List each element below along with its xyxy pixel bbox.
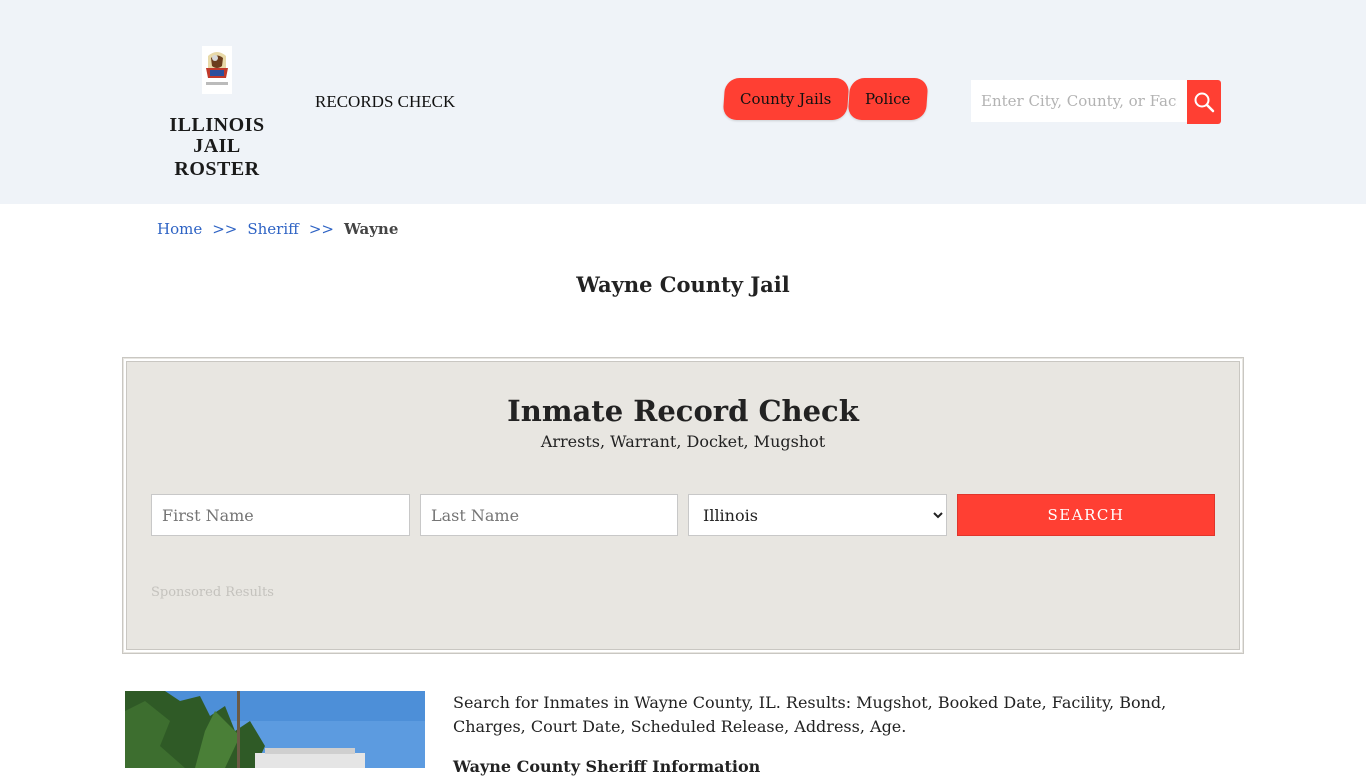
inmate-record-check-panel: Inmate Record Check Arrests, Warrant, Do… — [122, 357, 1244, 654]
header-search-button[interactable] — [1187, 80, 1221, 124]
logo-line-2: JAIL ROSTER — [174, 135, 260, 180]
breadcrumb-separator: >> — [308, 220, 334, 238]
page-title: Wayne County Jail — [576, 272, 790, 297]
nav-county-jails-label: County Jails — [740, 90, 832, 108]
records-check-link[interactable]: RECORDS CHECK — [315, 92, 455, 112]
breadcrumb-separator: >> — [212, 220, 238, 238]
breadcrumb: Home >> Sheriff >> Wayne — [157, 220, 398, 238]
nav-police[interactable]: Police — [847, 78, 929, 120]
site-logo[interactable]: ILLINOIS JAIL ROSTER — [150, 44, 284, 180]
breadcrumb-home[interactable]: Home — [157, 220, 202, 238]
record-check-title: Inmate Record Check — [507, 394, 859, 428]
jail-photo-image — [125, 691, 425, 768]
last-name-input[interactable] — [420, 494, 678, 536]
state-select[interactable]: Illinois — [688, 494, 947, 536]
logo-line-1: ILLINOIS — [169, 114, 265, 136]
breadcrumb-current: Wayne — [343, 220, 399, 238]
header-search-input[interactable] — [971, 80, 1187, 122]
record-check-subtitle: Arrests, Warrant, Docket, Mugshot — [540, 432, 826, 451]
jail-building-photo — [125, 691, 425, 768]
first-name-input[interactable] — [151, 494, 410, 536]
breadcrumb-sheriff[interactable]: Sheriff — [247, 220, 298, 238]
nav-police-label: Police — [865, 90, 911, 108]
site-header: ILLINOIS JAIL ROSTER RECORDS CHECK Count… — [0, 0, 1366, 204]
search-icon — [1194, 92, 1215, 113]
illinois-seal-icon — [202, 46, 232, 94]
sponsored-results-label: Sponsored Results — [151, 585, 274, 600]
record-search-button[interactable]: SEARCH — [957, 494, 1215, 536]
nav-county-jails[interactable]: County Jails — [722, 78, 850, 120]
intro-paragraph: Search for Inmates in Wayne County, IL. … — [453, 693, 1167, 736]
sheriff-info-heading: Wayne County Sheriff Information — [453, 757, 761, 776]
